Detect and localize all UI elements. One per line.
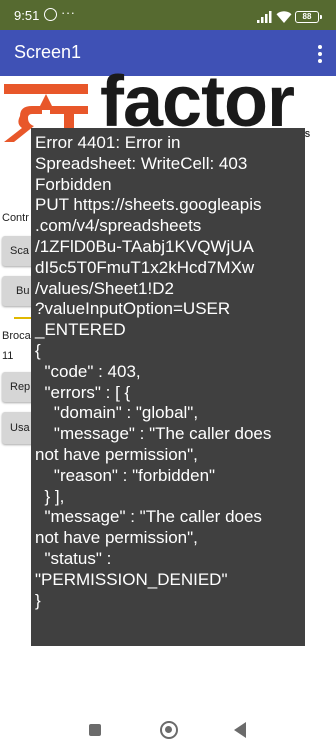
whatsapp-icon [44,8,57,21]
error-line: _ENTERED [35,320,126,340]
error-line: Error 4401: Error in [35,133,181,152]
error-line: "reason" : "forbidden" [35,465,216,485]
wifi-icon [276,11,292,23]
error-line: "PERMISSION_DENIED" [35,569,228,589]
more-vert-icon[interactable] [314,43,326,63]
error-line: /1ZFlD0Bu-TAabj1KVQWjUA [35,236,254,256]
usage-button-label: Usa [10,422,30,434]
build-button-label: Bu [16,285,30,297]
app-title: Screen1 [14,42,82,62]
count-value: 11 [2,350,14,362]
report-button-label: Rep [10,381,31,393]
error-line: not have permission", [35,444,198,464]
error-toast: Error 4401: Error in Spreadsheet: WriteCe… [31,128,305,646]
nav-bar [0,708,336,750]
scan-button-label: Sca [10,245,29,257]
error-line: not have permission", [35,528,198,548]
error-line: { [35,340,41,360]
battery-icon: 88 [295,11,322,23]
error-line: Forbidden [35,174,112,194]
error-line: dI5c5T0FmuT1x2kHcd7MXw [35,257,255,277]
error-line: PUT https://sheets.googleapis [35,195,262,215]
status-time: 9:51 [14,8,40,23]
back-icon[interactable] [234,722,246,738]
recent-apps-icon[interactable] [89,724,101,736]
error-line: } [35,590,41,610]
home-icon[interactable] [160,721,178,739]
broca-label: Broca [2,330,31,342]
error-line: } ], [35,486,65,506]
error-line: "message" : "The caller does [35,424,272,444]
status-bar: 9:51 ··· 88 [0,0,336,30]
signal-icon [257,11,272,23]
error-line: "message" : "The caller does [35,507,262,527]
error-line: "domain" : "global", [35,403,199,423]
error-line: ?valueInputOption=USER [35,299,231,319]
error-line: /values/Sheet1!D2 [35,278,174,298]
error-line: "code" : 403, [35,361,141,381]
control-label: Contr [2,212,29,224]
error-line: "errors" : [ { [35,382,131,402]
error-line: "status" : [35,548,112,568]
error-line: .com/v4/spreadsheets [35,216,202,236]
error-line: Spreadsheet: WriteCell: 403 [35,153,248,173]
more-notifications-icon: ··· [61,5,76,20]
